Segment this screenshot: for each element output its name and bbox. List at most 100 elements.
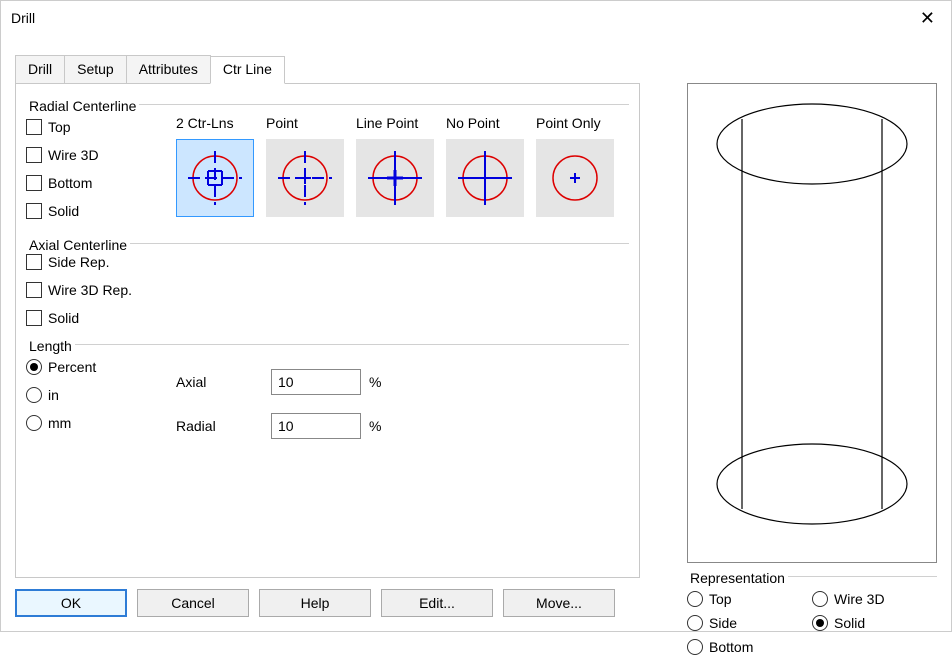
check-top-label: Top [48,119,71,135]
centerline-point-icon [275,148,335,208]
group-radial-title: Radial Centerline [26,98,139,114]
rep-bottom-label: Bottom [709,639,753,655]
dialog-buttons: OK Cancel Help Edit... Move... [15,589,615,617]
radio-icon [26,415,42,431]
checkbox-icon [26,147,42,163]
tab-ctrline[interactable]: Ctr Line [210,56,285,84]
group-axial: Axial Centerline Side Rep. Wire 3D Rep. … [26,237,629,326]
radial-checks: Top Wire 3D Bottom [26,115,176,231]
radio-percent[interactable]: Percent [26,359,176,375]
rep-bottom[interactable]: Bottom [687,639,812,655]
ok-button[interactable]: OK [15,589,127,617]
field-radial-unit: % [369,418,381,434]
tab-body: Radial Centerline Top Wire 3D [15,83,640,578]
check-wire3d-label: Wire 3D [48,147,99,163]
tab-setup[interactable]: Setup [64,55,127,83]
radio-icon [687,615,703,631]
titlebar: Drill ✕ [1,1,951,35]
check-ax-solid-label: Solid [48,310,79,326]
field-axial-input[interactable] [271,369,361,395]
iconhdr-nopoint: No Point [446,115,536,131]
checkbox-icon [26,310,42,326]
radio-icon [812,615,828,631]
help-button[interactable]: Help [259,589,371,617]
check-wire3d[interactable]: Wire 3D [26,147,176,163]
check-wire3d-rep[interactable]: Wire 3D Rep. [26,282,629,298]
field-axial-unit: % [369,374,381,390]
move-button[interactable]: Move... [503,589,615,617]
iconbtn-linepoint[interactable] [356,139,434,217]
divider [26,344,629,345]
radio-mm-label: mm [48,415,71,431]
checkbox-icon [26,203,42,219]
iconhdr-pointonly: Point Only [536,115,626,131]
rep-side[interactable]: Side [687,615,812,631]
group-representation: Representation Top Side Bottom [687,570,937,663]
radial-icongrid: 2 Ctr-Lns Point Line Point No Point Poin… [176,115,626,231]
iconbtn-pointonly[interactable] [536,139,614,217]
group-length: Length Percent in [26,338,629,447]
tab-attributes[interactable]: Attributes [126,55,211,83]
iconhdr-point: Point [266,115,356,131]
centerline-linepoint-icon [365,148,425,208]
rep-top[interactable]: Top [687,591,812,607]
iconbtn-point[interactable] [266,139,344,217]
dialog-drill: Drill ✕ Drill Setup Attributes Ctr Line … [0,0,952,632]
radio-in[interactable]: in [26,387,176,403]
rep-solid[interactable]: Solid [812,615,937,631]
rep-side-label: Side [709,615,737,631]
rep-solid-label: Solid [834,615,865,631]
rep-wire3d-label: Wire 3D [834,591,885,607]
drill-preview-icon [688,84,936,562]
rep-wire3d[interactable]: Wire 3D [812,591,937,607]
radio-icon [687,591,703,607]
check-top[interactable]: Top [26,119,176,135]
radio-icon [812,591,828,607]
check-bottom-label: Bottom [48,175,92,191]
group-length-title: Length [26,338,75,354]
icon-headers: 2 Ctr-Lns Point Line Point No Point Poin… [176,115,626,131]
iconhdr-linepoint: Line Point [356,115,446,131]
iconhdr-2ctr: 2 Ctr-Lns [176,115,266,131]
radio-icon [26,359,42,375]
checkbox-icon [26,175,42,191]
check-solid-label: Solid [48,203,79,219]
left-pane: Drill Setup Attributes Ctr Line Radial C… [15,55,640,578]
radial-options: Top Wire 3D Bottom [26,115,629,231]
length-fields: Axial % Radial % [176,355,381,447]
preview-pane [687,83,937,563]
check-solid[interactable]: Solid [26,203,176,219]
window-title: Drill [11,10,914,26]
field-radial-label: Radial [176,418,271,434]
close-icon[interactable]: ✕ [914,8,941,29]
iconbtn-2ctrlns[interactable] [176,139,254,217]
iconbtn-nopoint[interactable] [446,139,524,217]
length-radios: Percent in mm [26,355,176,447]
radio-in-label: in [48,387,59,403]
check-ax-solid[interactable]: Solid [26,310,629,326]
icon-row [176,139,626,217]
check-bottom[interactable]: Bottom [26,175,176,191]
check-wire3d-rep-label: Wire 3D Rep. [48,282,132,298]
check-side-rep-label: Side Rep. [48,254,109,270]
centerline-pointonly-icon [545,148,605,208]
checkbox-icon [26,254,42,270]
centerline-nopoint-icon [455,148,515,208]
radio-percent-label: Percent [48,359,96,375]
radio-icon [26,387,42,403]
field-radial-input[interactable] [271,413,361,439]
tab-drill[interactable]: Drill [15,55,65,83]
radio-mm[interactable]: mm [26,415,176,431]
centerline-2ctr-icon [185,148,245,208]
radio-icon [687,639,703,655]
edit-button[interactable]: Edit... [381,589,493,617]
content: Drill Setup Attributes Ctr Line Radial C… [1,35,951,631]
group-rep-title: Representation [687,570,788,586]
checkbox-icon [26,282,42,298]
check-side-rep[interactable]: Side Rep. [26,254,629,270]
field-axial-label: Axial [176,374,271,390]
cancel-button[interactable]: Cancel [137,589,249,617]
tabstrip: Drill Setup Attributes Ctr Line [15,55,640,83]
rep-top-label: Top [709,591,732,607]
field-radial-row: Radial % [176,413,381,439]
